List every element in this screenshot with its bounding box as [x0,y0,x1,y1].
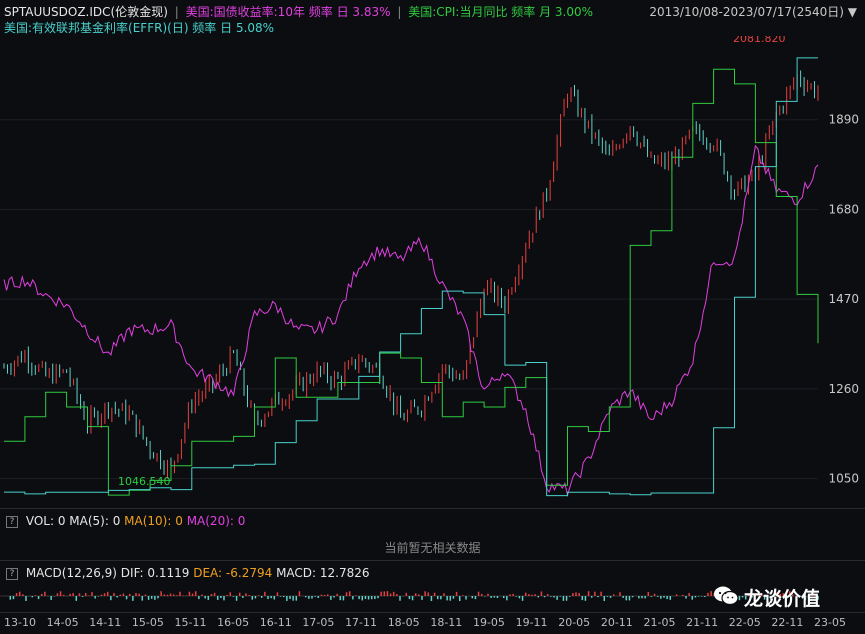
y-tick-label: 1680 [828,202,859,216]
x-tick-label: 20-11 [600,616,633,629]
x-tick-label: 16-05 [217,616,250,629]
main-price-chart[interactable]: 1050 1260 1470 1680 1890 2100 2081.820 1046.54… [0,36,865,506]
y-tick-label: 1470 [828,292,859,306]
x-tick-label: 18-11 [430,616,463,629]
gold-candles [3,70,819,479]
volume-legend: ? VOL: 0 MA(5): 0 MA(10): 0 MA(20): 0 [6,514,245,528]
extreme-labels: 2081.820 1046.540 [118,36,786,488]
x-tick-label: 22-11 [771,616,804,629]
y-tick-label: 1050 [828,472,859,486]
x-tick-label: 18-05 [387,616,420,629]
x-tick-label: 14-11 [89,616,122,629]
y-tick-label: 1260 [828,382,859,396]
vol-value: VOL: 0 [25,514,66,528]
y-tick-label: 2100 [828,36,859,37]
dif-value: DIF: 0.1119 [120,566,190,580]
series-line-1 [3,144,819,498]
treasury-series-label[interactable]: 美国:国债收益率:10年 频率 日 3.83% [186,5,391,19]
ma5-value: MA(5): 0 [69,514,121,528]
x-tick-label: 17-05 [302,616,335,629]
macd-value: MACD: 12.7826 [276,566,370,580]
x-tick-label: 15-11 [174,616,207,629]
macd-params: MACD(12,26,9) [25,566,117,580]
y-tick-label: 1890 [828,113,859,127]
date-range-selector[interactable]: 2013/10/08-2023/07/17(2540日) ▼ [649,3,857,20]
separator: | [397,5,402,19]
chart-header: SPTAUUSDOZ.IDC(伦敦金现) | 美国:国债收益率:10年 频率 日… [0,0,865,36]
price-axis: 1050 1260 1470 1680 1890 2100 [828,36,859,486]
high-price-label: 2081.820 [733,36,786,45]
ma20-value: MA(20): 0 [186,514,246,528]
low-price-label: 1046.540 [118,475,171,488]
x-tick-label: 22-05 [728,616,761,629]
x-tick-label: 13-10 [4,616,36,629]
volume-panel: ? VOL: 0 MA(5): 0 MA(10): 0 MA(20): 0 当前… [0,508,865,559]
effr-series-label[interactable]: 美国:有效联邦基金利率(EFFR)(日) 频率 日 5.08% [4,19,274,36]
x-tick-label: 23-05 [814,616,846,629]
ma10-value: MA(10): 0 [124,514,183,528]
x-tick-label: 16-11 [259,616,292,629]
date-range-text: 2013/10/08-2023/07/17(2540日) [649,5,844,19]
x-tick-label: 19-11 [515,616,548,629]
time-axis: 13-10 14-05 14-11 15-05 15-11 16-05 16-11 17-05… [0,612,865,634]
instrument-title[interactable]: SPTAUUSDOZ.IDC(伦敦金现) [4,5,168,19]
x-tick-label: 20-05 [558,616,591,629]
help-icon[interactable]: ? [6,515,18,528]
x-tick-label: 19-05 [472,616,505,629]
grid-lines [0,119,818,480]
wechat-logo-icon [713,585,739,611]
help-icon[interactable]: ? [6,567,18,580]
watermark-text: 龙谈价值 [744,588,821,610]
separator: | [174,5,179,19]
x-tick-label: 15-05 [131,616,164,629]
header-row-1: SPTAUUSDOZ.IDC(伦敦金现) | 美国:国债收益率:10年 频率 日… [4,3,593,20]
triangle-down-icon[interactable]: ▼ [848,5,857,19]
x-tick-label: 21-11 [686,616,719,629]
macd-legend: ? MACD(12,26,9) DIF: 0.1119 DEA: -6.2794… [6,566,370,580]
no-data-message: 当前暂无相关数据 [384,541,481,555]
x-tick-label: 17-11 [345,616,378,629]
cpi-series-label[interactable]: 美国:CPI:当月同比 频率 月 3.00% [408,5,593,19]
x-tick-label: 14-05 [46,616,79,629]
x-tick-label: 21-05 [643,616,676,629]
dea-value: DEA: -6.2794 [193,566,273,580]
